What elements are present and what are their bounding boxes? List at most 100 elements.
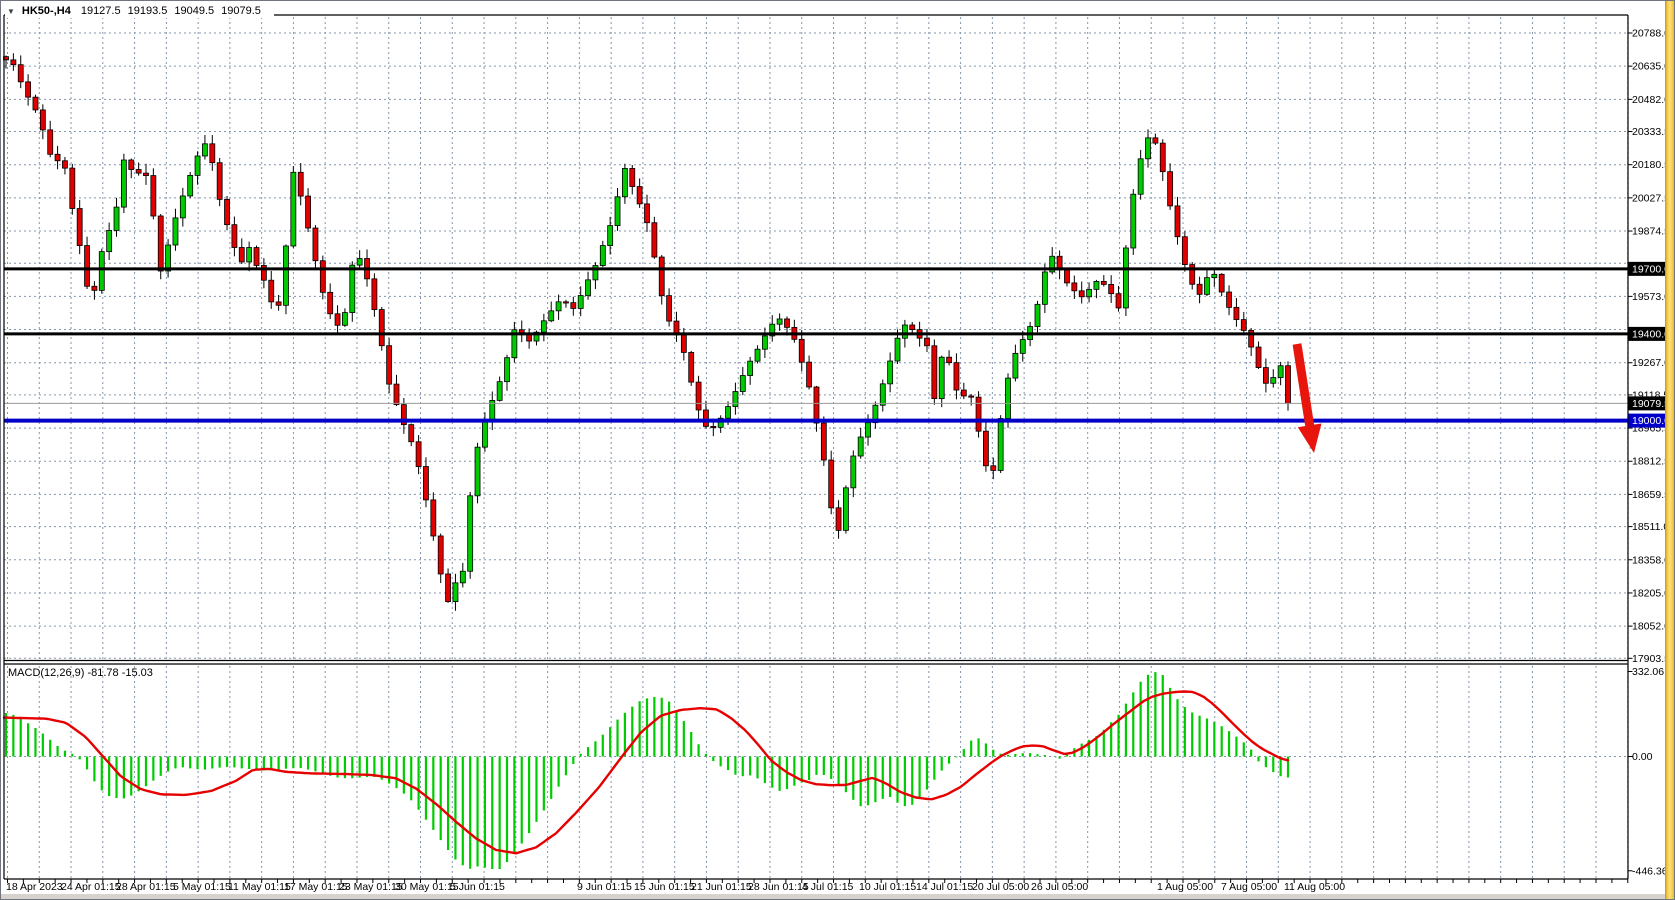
candle-bearish: [62, 161, 67, 168]
candle-bearish: [814, 387, 819, 423]
date-label: 5 May 01:15: [173, 881, 231, 893]
candle-bearish: [1168, 172, 1173, 206]
symbol-timeframe-label: HK50-,H4: [22, 5, 71, 17]
candle-bearish: [1101, 281, 1106, 284]
candle-bearish: [1153, 138, 1158, 143]
candle-bearish: [335, 314, 340, 325]
macd-axis: 332.060.00-446.36: [1628, 666, 1668, 877]
candle-bearish: [372, 279, 377, 310]
candle-bullish: [247, 248, 252, 262]
price-label-box: 19700.0: [1629, 262, 1671, 276]
candle-bearish: [711, 426, 716, 427]
candle-bullish: [1035, 304, 1040, 326]
candle-bearish: [320, 261, 325, 293]
candle-bearish: [416, 442, 421, 467]
date-label: 5 Jun 01:15: [450, 881, 505, 893]
date-label: 10 Jul 01:15: [859, 881, 916, 893]
horizontal-gridlines: [4, 33, 1628, 658]
candle-bullish: [726, 407, 731, 419]
candle-bullish: [740, 376, 745, 392]
candle-bearish: [394, 384, 399, 405]
candle-bullish: [762, 336, 767, 349]
candle-bullish: [482, 421, 487, 447]
candle-bearish: [932, 346, 937, 399]
chart-canvas[interactable]: 20788.020635.020482.020333.520180.520027…: [1, 1, 1675, 900]
candle-bullish: [291, 172, 296, 246]
price-tick-label: 18511.0: [1632, 521, 1669, 533]
down-arrow-annotation[interactable]: [1293, 343, 1322, 453]
candle-bullish: [195, 156, 200, 175]
candle-bullish: [350, 265, 355, 312]
symbol-dropdown-icon[interactable]: ▼: [7, 7, 15, 16]
candle-bearish: [807, 362, 812, 387]
candle-bullish: [880, 384, 885, 405]
candle-bearish: [409, 425, 414, 442]
price-label-box: 19400.0: [1629, 327, 1671, 341]
date-label: 24 Apr 01:15: [61, 881, 121, 893]
candle-bearish: [151, 176, 156, 216]
candle-bearish: [954, 363, 959, 390]
candle-bearish: [1072, 283, 1077, 291]
candle-bullish: [180, 196, 185, 218]
candle-bearish: [306, 196, 311, 228]
quote-open: 19127.5: [81, 5, 121, 17]
candle-bullish: [166, 245, 171, 271]
candle-bullish: [188, 175, 193, 196]
candle-bearish: [11, 60, 16, 65]
candle-bearish: [423, 467, 428, 500]
candle-bearish: [92, 286, 97, 290]
candle-bullish: [1042, 272, 1047, 304]
date-label: 18 Apr 2023: [6, 881, 63, 893]
candle-bearish: [1227, 292, 1232, 307]
candle-bearish: [239, 247, 244, 261]
date-label: 23 May 01:15: [339, 881, 403, 893]
candle-bullish: [468, 496, 473, 571]
candle-bearish: [26, 82, 31, 97]
date-label: 21 Jun 01:15: [691, 881, 752, 893]
date-label: 14 Jul 01:15: [916, 881, 973, 893]
candle-bearish: [563, 302, 568, 303]
candle-bullish: [357, 259, 362, 266]
quote-close: 19079.5: [221, 5, 261, 17]
candle-bearish: [571, 303, 576, 309]
candle-bullish: [541, 321, 546, 332]
candle-bearish: [1256, 347, 1261, 368]
date-label: 1 Aug 05:00: [1157, 881, 1213, 893]
candle-bearish: [328, 292, 333, 313]
candle-bullish: [843, 488, 848, 531]
candle-bearish: [784, 319, 789, 327]
candle-bullish: [615, 197, 620, 226]
candle-bearish: [18, 65, 23, 82]
candle-bullish: [99, 252, 104, 291]
candle-bullish: [622, 168, 627, 196]
candle-bearish: [976, 397, 981, 431]
candle-bullish: [505, 358, 510, 382]
date-label: 4 Jul 01:15: [802, 881, 854, 893]
candles: [4, 53, 1291, 611]
date-label: 7 Aug 05:00: [1221, 881, 1277, 893]
candle-bearish: [313, 228, 318, 261]
candle-bearish: [983, 431, 988, 466]
date-label: 20 Jul 05:00: [972, 881, 1029, 893]
candle-bearish: [969, 396, 974, 397]
candle-bullish: [733, 392, 738, 407]
candle-bullish: [1123, 248, 1128, 308]
candle-bearish: [1116, 294, 1121, 308]
candle-bearish: [630, 168, 635, 186]
candle-bearish: [1182, 237, 1187, 265]
candle-bearish: [645, 204, 650, 223]
macd-tick-label: 0.00: [1632, 751, 1653, 763]
vertical-gridlines: [8, 17, 1628, 878]
candle-bearish: [799, 339, 804, 362]
candle-bullish: [858, 437, 863, 456]
right-edge-strip: [1665, 1, 1674, 900]
candle-bearish: [77, 209, 82, 246]
candle-bearish: [1286, 366, 1291, 404]
candle-bullish: [1020, 340, 1025, 354]
candle-bullish: [1271, 378, 1276, 384]
candle-bearish: [269, 280, 274, 302]
candle-bearish: [829, 460, 834, 508]
candle-bearish: [527, 335, 532, 341]
candle-bearish: [232, 225, 237, 248]
candle-bearish: [158, 216, 163, 271]
